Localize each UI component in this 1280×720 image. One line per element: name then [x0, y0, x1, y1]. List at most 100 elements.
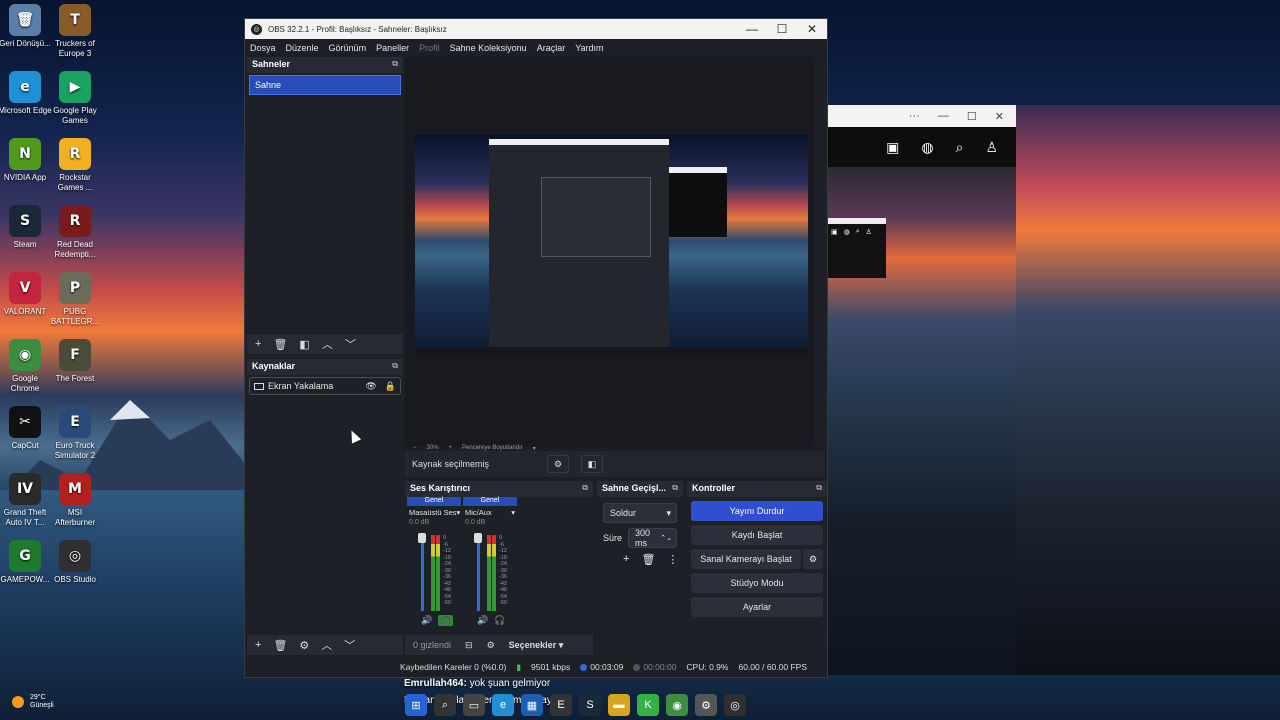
lock-icon[interactable]: 🔒 [385, 381, 396, 392]
menu-profile[interactable]: Profil [419, 43, 444, 53]
duration-input[interactable]: 300 ms ⌃⌄ [628, 528, 677, 548]
desktop-icon[interactable]: ◉ Google Chrome [0, 339, 53, 394]
steam-icon[interactable]: S [579, 694, 601, 716]
start-recording-button[interactable]: Kaydı Başlat [691, 525, 823, 545]
gear-icon[interactable]: ⚙ [547, 455, 570, 473]
minimize-icon[interactable]: — [938, 110, 949, 122]
source-item[interactable]: Ekran Yakalama 👁 🔒 [249, 377, 401, 395]
layout-icon[interactable]: ⊟ [465, 640, 473, 651]
folder-icon[interactable]: ▬ [608, 694, 630, 716]
globe-icon[interactable]: ◍ [921, 139, 933, 156]
desktop-icon[interactable]: e Microsoft Edge [0, 71, 53, 116]
filter-icon[interactable]: ◧ [581, 455, 604, 473]
user-icon[interactable]: ♙ [985, 139, 998, 156]
gear-icon[interactable]: ⚙ [299, 639, 309, 652]
menu-edit[interactable]: Düzenle [286, 43, 323, 53]
fader-knob[interactable] [418, 533, 426, 543]
obs-window[interactable]: ◎ OBS 32.2.1 - Profil: Başlıksız - Sahne… [244, 18, 828, 678]
desktop-icon[interactable]: F The Forest [47, 339, 103, 384]
transition-select[interactable]: Soldur ▾ [603, 503, 677, 523]
float-icon[interactable]: ⧉ [392, 59, 398, 69]
desktop-icon[interactable]: ▶ Google Play Games [47, 71, 103, 126]
chevron-down-icon[interactable]: ﹀ [344, 637, 355, 653]
preview-canvas[interactable] [415, 135, 808, 355]
desktop-icon[interactable]: N NVIDIA App [0, 138, 53, 183]
float-icon[interactable]: ⧉ [582, 483, 588, 493]
chevron-up-icon[interactable]: ︿ [321, 637, 332, 653]
menu-scene-collection[interactable]: Sahne Koleksiyonu [450, 43, 531, 53]
menu-help[interactable]: Yardım [575, 43, 607, 53]
more-icon[interactable]: ··· [909, 110, 920, 122]
speaker-icon[interactable]: 🔊 [477, 615, 488, 626]
chevron-down-icon[interactable]: ▾ [457, 508, 461, 517]
desktop-icon[interactable]: S Steam [0, 205, 53, 250]
chrome-icon[interactable]: ◉ [666, 694, 688, 716]
desktop-icon[interactable]: ✂ CapCut [0, 406, 53, 451]
start-icon[interactable]: ⊞ [405, 694, 427, 716]
add-icon[interactable]: + [255, 639, 261, 651]
scene-item[interactable]: Sahne [249, 75, 401, 95]
add-icon[interactable]: + [623, 553, 629, 566]
trash-icon[interactable]: 🗑 [273, 639, 287, 652]
filter-icon[interactable]: ◧ [299, 338, 309, 351]
archive-icon[interactable]: ▣ [886, 139, 899, 156]
store-icon[interactable]: ▦ [521, 694, 543, 716]
eye-icon[interactable]: 👁 [365, 381, 376, 392]
minimize-icon[interactable]: — [737, 22, 767, 36]
chevron-down-icon[interactable]: ▾ [511, 508, 515, 517]
preview-area[interactable]: − 30% + Pencereye Boyutlandır ▾ [405, 57, 815, 452]
edge-icon[interactable]: e [492, 694, 514, 716]
menu-docks[interactable]: Paneller [376, 43, 413, 53]
float-icon[interactable]: ⧉ [816, 483, 822, 493]
kick-icon[interactable]: K [637, 694, 659, 716]
desktop-icon[interactable]: T Truckers of Europe 3 [47, 4, 103, 59]
desktop-icon[interactable]: 🗑 Geri Dönüşü... [0, 4, 53, 49]
menu-tools[interactable]: Araçlar [537, 43, 570, 53]
close-icon[interactable]: ✕ [995, 110, 1004, 123]
epic-icon[interactable]: E [550, 694, 572, 716]
headphones-icon[interactable]: 🎧 [494, 615, 505, 626]
desktop-icon[interactable]: V VALORANT [0, 272, 53, 317]
headphones-icon[interactable]: 🎧 [438, 615, 454, 626]
volume-fader[interactable] [477, 535, 480, 611]
weather-widget[interactable]: 29°C Güneşli [12, 694, 54, 710]
float-icon[interactable]: ⧉ [672, 483, 678, 493]
chevron-down-icon[interactable]: ﹀ [345, 336, 356, 352]
float-icon[interactable]: ⧉ [392, 361, 398, 371]
desktop-icon[interactable]: E Euro Truck Simulator 2 [47, 406, 103, 461]
search-icon[interactable]: ⌕ [434, 694, 456, 716]
search-icon[interactable]: ⌕ [956, 139, 964, 156]
desktop-icon[interactable]: M MSI Afterburner [47, 473, 103, 528]
background-window[interactable]: ··· — ☐ ✕ ▣ ◍ ⌕ ♙ ▣ ◍ ⌕ ♙ [828, 105, 1016, 675]
background-window-titlebar[interactable]: ··· — ☐ ✕ [828, 105, 1016, 127]
trash-icon[interactable]: 🗑 [273, 338, 287, 351]
obs-titlebar[interactable]: ◎ OBS 32.2.1 - Profil: Başlıksız - Sahne… [245, 19, 827, 39]
task-view-icon[interactable]: ▭ [463, 694, 485, 716]
desktop-icon[interactable]: P PUBG BATTLEGR... [47, 272, 103, 327]
trash-icon[interactable]: 🗑 [641, 553, 655, 566]
desktop-icon[interactable]: IV Grand Theft Auto IV T... [0, 473, 53, 528]
gear-icon[interactable]: ⚙ [803, 549, 823, 569]
desktop-icon[interactable]: G GAMEPOW... [0, 540, 53, 585]
obs-icon[interactable]: ◎ [724, 694, 746, 716]
chevron-up-icon[interactable]: ︿ [322, 336, 333, 352]
desktop-icon[interactable]: ◎ OBS Studio [47, 540, 103, 585]
close-icon[interactable]: ✕ [797, 22, 827, 36]
settings-icon[interactable]: ⚙ [695, 694, 717, 716]
desktop-icon[interactable]: R Rockstar Games ... [47, 138, 103, 193]
maximize-icon[interactable]: ☐ [967, 110, 977, 123]
menu-file[interactable]: Dosya [250, 43, 280, 53]
speaker-icon[interactable]: 🔊 [421, 615, 432, 626]
desktop-icon[interactable]: R Red Dead Redempti... [47, 205, 103, 260]
fader-knob[interactable] [474, 533, 482, 543]
stepper-icon[interactable]: ⌃⌄ [660, 534, 672, 542]
add-icon[interactable]: + [255, 338, 261, 350]
mixer-settings-icon[interactable]: ⚙ [487, 640, 495, 651]
options-button[interactable]: Seçenekler ▾ [509, 640, 564, 651]
volume-fader[interactable] [421, 535, 424, 611]
more-icon[interactable]: ⋮ [667, 553, 678, 566]
maximize-icon[interactable]: ☐ [767, 22, 797, 36]
studio-mode-button[interactable]: Stüdyo Modu [691, 573, 823, 593]
menu-view[interactable]: Görünüm [329, 43, 371, 53]
stop-streaming-button[interactable]: Yayını Durdur [691, 501, 823, 521]
